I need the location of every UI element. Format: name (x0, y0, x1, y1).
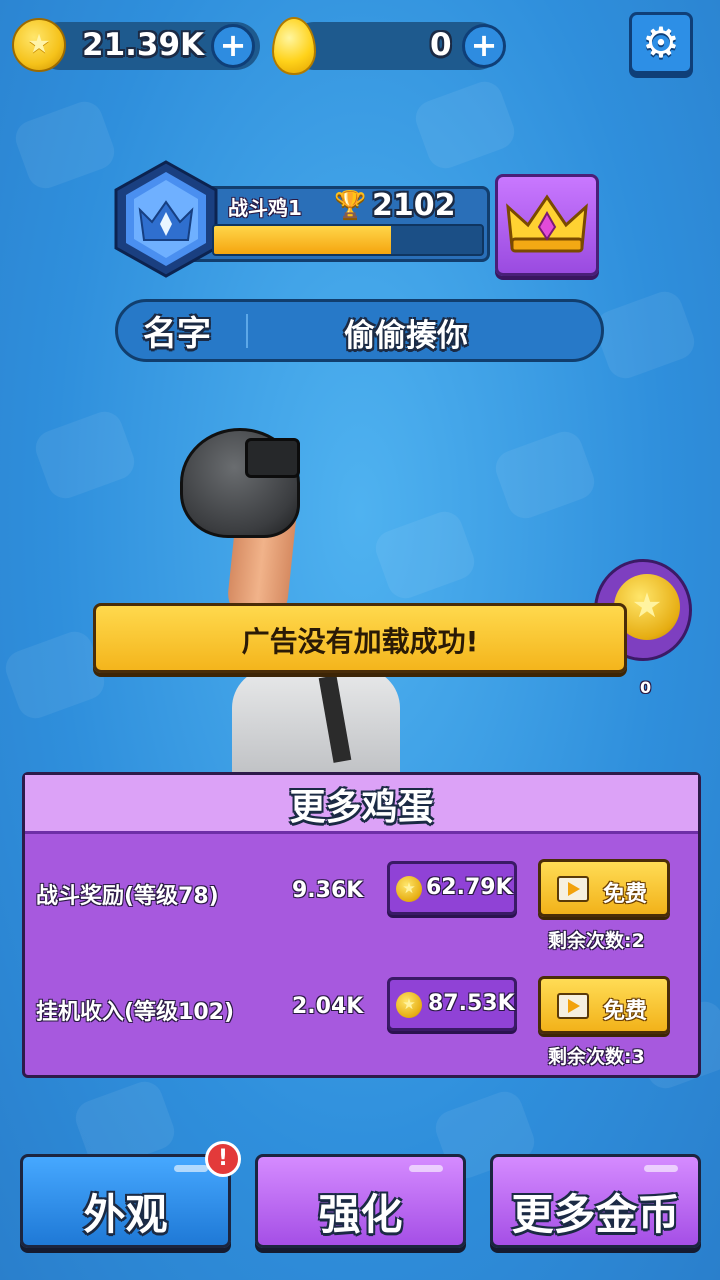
video-play-icon (557, 876, 589, 902)
xp-progress-bar (212, 224, 484, 256)
gear-icon: ⚙ (642, 18, 680, 67)
idle-income-cost: 87.53K (428, 991, 515, 1016)
battle-reward-rate: 9.36K (292, 878, 364, 903)
free-coin-count: 0 (640, 678, 652, 697)
trophy-icon: 🏆 (334, 190, 367, 220)
free-label: 免费 (603, 999, 648, 1024)
alert-badge: ! (205, 1141, 241, 1177)
idle-income-free-button[interactable]: 免费 (538, 976, 670, 1034)
egg-balance: 0 (430, 27, 452, 63)
free-label: 免费 (603, 882, 648, 907)
battle-reward-cost: 62.79K (426, 875, 513, 900)
rank-rewards-button[interactable] (495, 174, 599, 276)
name-value[interactable]: 偷偷揍你 (246, 310, 566, 355)
idle-income-upgrade-button[interactable]: ★ 87.53K (387, 977, 517, 1031)
upgrade-label: 强化 (318, 1190, 403, 1239)
coin-icon: ★ (396, 992, 422, 1018)
upgrade-button[interactable]: 强化 (255, 1154, 466, 1248)
coin-balance: 21.39K (82, 27, 205, 63)
crown-icon (506, 194, 588, 253)
battle-reward-remaining: 剩余次数:2 (548, 930, 645, 952)
more-coins-label: 更多金币 (511, 1190, 680, 1239)
appearance-button[interactable]: 外观 (20, 1154, 231, 1248)
more-eggs-title: 更多鸡蛋 (289, 787, 434, 828)
idle-income-rate: 2.04K (292, 994, 364, 1019)
more-coins-button[interactable]: 更多金币 (490, 1154, 701, 1248)
idle-income-label: 挂机收入(等级102) (36, 1000, 235, 1025)
helmet-visor (245, 438, 300, 478)
settings-button[interactable]: ⚙ (629, 12, 693, 74)
battle-reward-label: 战斗奖励(等级78) (36, 884, 219, 909)
battle-reward-free-button[interactable]: 免费 (538, 859, 670, 917)
xp-progress-fill (214, 226, 391, 254)
appearance-label: 外观 (83, 1190, 168, 1239)
battle-reward-upgrade-button[interactable]: ★ 62.79K (387, 861, 517, 915)
rank-shield-icon (114, 160, 218, 278)
coin-icon: ★ (12, 18, 66, 72)
toast-message: 广告没有加载成功! (241, 625, 479, 658)
video-play-icon (557, 993, 589, 1019)
name-label: 名字 (143, 314, 211, 354)
add-coins-button[interactable]: + (211, 24, 255, 68)
idle-income-remaining: 剩余次数:3 (548, 1046, 645, 1068)
coin-icon: ★ (396, 876, 422, 902)
character-body (232, 668, 400, 778)
player-name: 战斗鸡1 (228, 196, 302, 220)
trophy-count: 2102 (372, 188, 456, 223)
add-eggs-button[interactable]: + (462, 24, 506, 68)
